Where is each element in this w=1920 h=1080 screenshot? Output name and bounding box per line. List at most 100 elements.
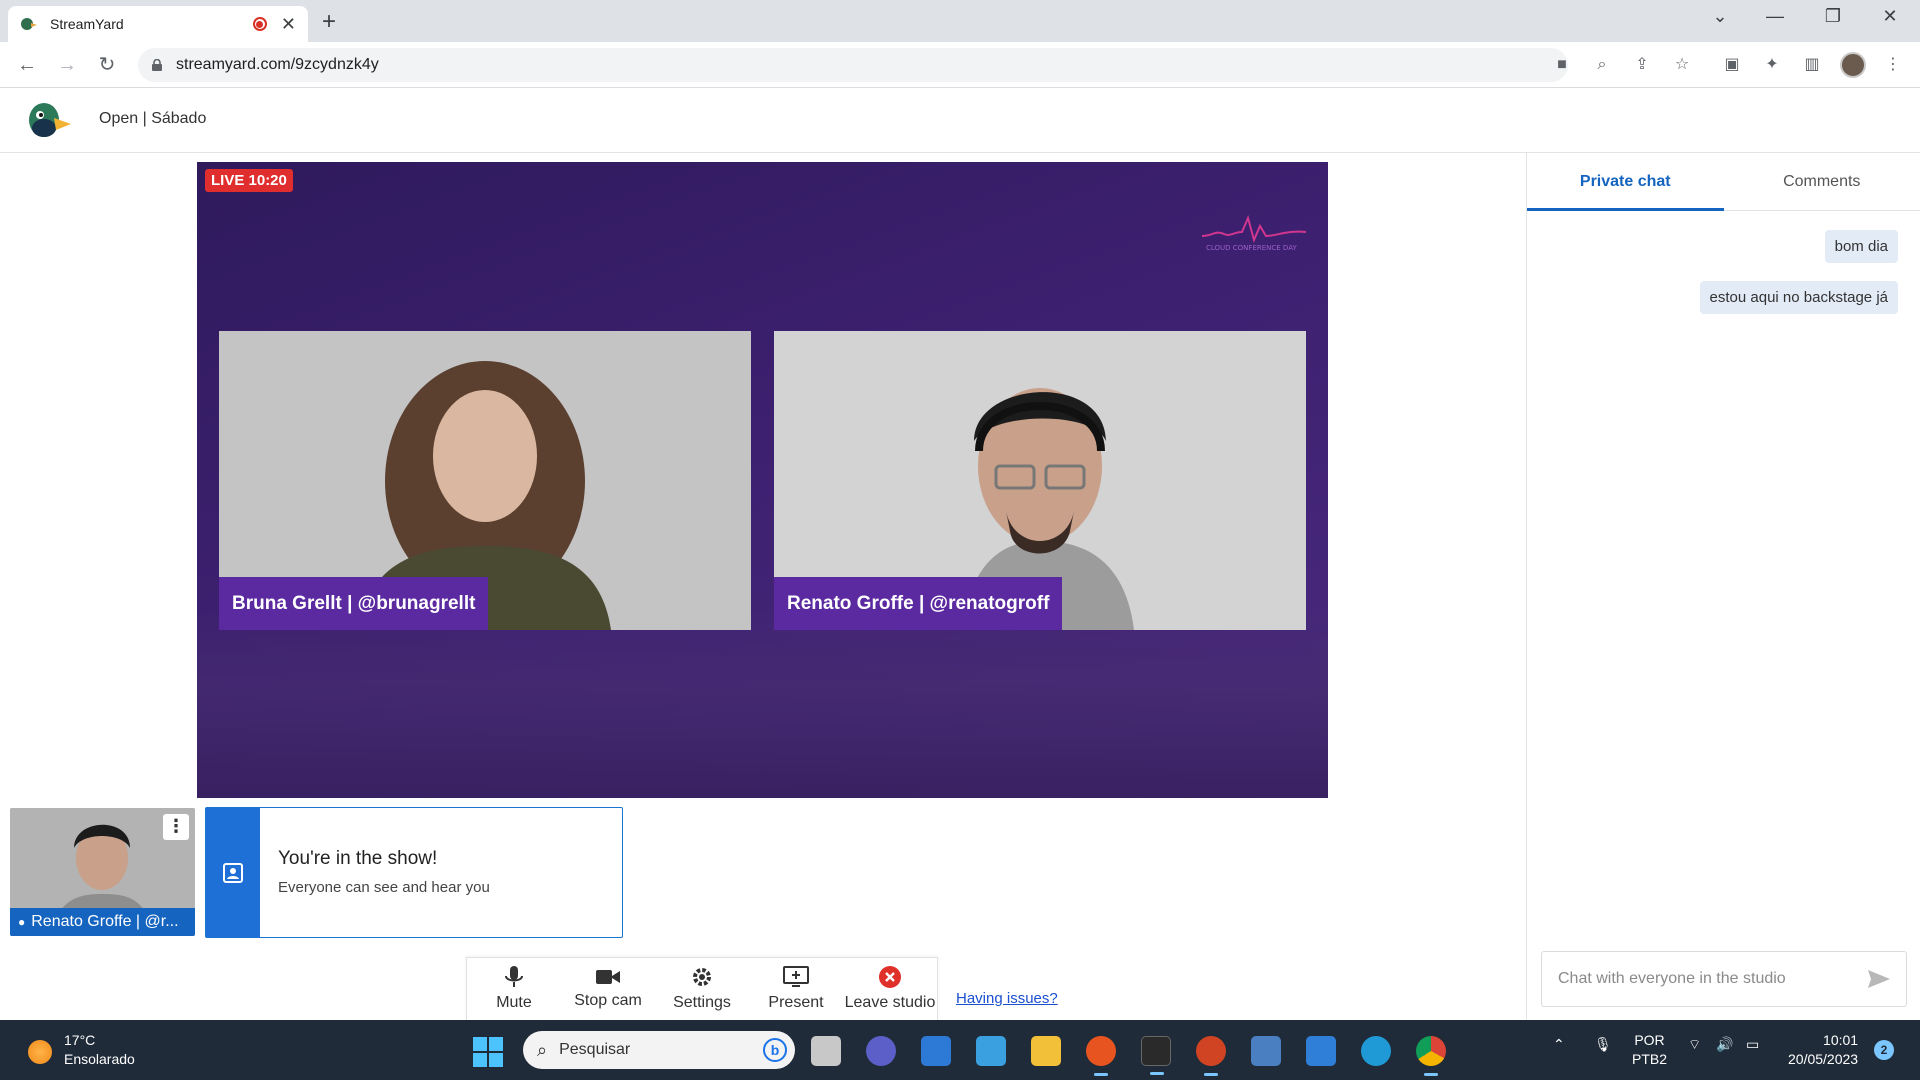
studio-control-bar: Mute Stop cam Settings Present Leave stu… [466,957,938,1020]
live-timer-badge: LIVE 10:20 [205,169,293,192]
browser-tabstrip: StreamYard ✕ + ⌄ — ❐ ✕ [0,0,1920,42]
video-camera-icon [596,970,620,984]
powerpoint-icon[interactable] [1196,1036,1226,1076]
tab-private-chat[interactable]: Private chat [1527,153,1724,211]
language-code: POR [1634,1032,1665,1048]
url-text: streamyard.com/9zcydnzk4y [176,56,379,73]
self-name-text: Renato Groffe | @r... [31,913,179,930]
self-camera-preview[interactable]: ⋮ ● Renato Groffe | @r... [10,808,195,936]
studio-header: Open | Sábado [0,88,1920,153]
mute-button[interactable]: Mute [467,958,561,1020]
participant-name-tag: Bruna Grellt | @brunagrellt [219,577,489,630]
back-icon[interactable]: ← [14,52,40,78]
file-explorer-icon[interactable] [1031,1036,1061,1066]
browser-tab[interactable]: StreamYard ✕ [8,6,308,42]
brand-text: CLOUD CONFERENCE DAY [1206,244,1297,252]
edge-icon[interactable] [1361,1036,1391,1066]
wifi-icon[interactable]: ⌔ [1688,1036,1701,1054]
leave-studio-label: Leave studio [844,994,936,1011]
firefox-icon[interactable] [1086,1036,1116,1076]
present-label: Present [768,994,824,1011]
more-options-icon[interactable]: ⋮ [163,814,189,840]
new-tab-button[interactable]: + [322,8,336,36]
browser-toolbar: ← → ↻ streamyard.com/9zcydnzk4y ■ ⌕ ⇪ ☆ … [0,42,1920,88]
bookmark-star-icon[interactable]: ☆ [1671,54,1693,76]
remote-desktop-icon[interactable] [1251,1036,1281,1066]
portrait-card-icon [223,862,243,883]
settings-button[interactable]: Settings [655,958,749,1020]
chat-message: bom dia [1824,230,1898,263]
profile-avatar[interactable] [1840,52,1866,78]
participant-video-tile[interactable]: Renato Groffe | @renatogroff [774,331,1306,630]
broadcast-stage: LIVE 10:20 CLOUD CONFERENCE DAY Bruna Gr… [197,162,1328,798]
taskbar-search-placeholder: Pesquisar [559,1041,631,1058]
clock-date: 20/05/2023 [1788,1051,1859,1067]
tray-microphone-icon[interactable]: 🎙 [1594,1036,1612,1053]
stop-cam-button[interactable]: Stop cam [561,958,655,1020]
microphone-icon [505,966,523,987]
tab-search-icon[interactable]: ⌄ [1700,6,1740,27]
search-icon: ⌕ [537,1039,548,1060]
close-tab-icon[interactable]: ✕ [281,14,296,35]
clock-time: 10:01 [1823,1032,1859,1048]
leave-studio-button[interactable]: Leave studio [843,958,937,1020]
stage-background-skyline [197,608,1328,798]
teams-chat-icon[interactable] [866,1036,896,1066]
recording-indicator-icon [252,17,267,31]
send-icon[interactable] [1868,970,1890,988]
weather-description: Ensolarado [64,1051,135,1067]
minimize-button[interactable]: — [1755,6,1795,27]
forward-icon[interactable]: → [54,52,80,78]
address-bar[interactable]: streamyard.com/9zcydnzk4y [138,48,1568,82]
studio-title: Open | Sábado [99,110,207,127]
notification-count-badge[interactable]: 2 [1874,1040,1894,1060]
settings-label: Settings [673,994,731,1011]
mail-icon[interactable] [1306,1036,1336,1066]
weather-app-icon[interactable] [976,1036,1006,1066]
input-language-indicator[interactable]: POR PTB2 [1632,1031,1667,1069]
banner-title: You're in the show! [278,848,438,869]
banner-subtitle: Everyone can see and hear you [278,879,490,896]
mute-label: Mute [496,994,532,1011]
chat-tabs: Private chat Comments [1527,153,1920,211]
windows-start-icon[interactable] [473,1037,503,1067]
side-panel-icon[interactable]: ▥ [1801,54,1823,76]
browser-menu-icon[interactable]: ⋮ [1882,54,1904,76]
bing-icon[interactable]: b [763,1038,787,1062]
present-button[interactable]: Present [749,958,843,1020]
picture-in-picture-icon[interactable]: ▣ [1721,54,1743,76]
chrome-icon[interactable] [1416,1036,1446,1076]
battery-icon[interactable]: ▭ [1746,1036,1759,1053]
taskbar-search[interactable]: ⌕ Pesquisar b [523,1031,795,1069]
banner-icon-strip [206,808,260,937]
streamyard-logo-icon[interactable] [26,100,72,140]
volume-icon[interactable]: 🔊 [1716,1036,1733,1053]
lock-icon [152,59,162,71]
extensions-icon[interactable]: ✦ [1761,54,1783,76]
chat-input[interactable]: Chat with everyone in the studio [1541,951,1907,1007]
windows-taskbar: 17°C Ensolarado ⌕ Pesquisar b ⌃ 🎙 POR PT… [0,1020,1920,1080]
in-show-banner: You're in the show! Everyone can see and… [205,807,623,938]
close-window-button[interactable]: ✕ [1870,6,1910,27]
streamyard-favicon-icon [21,18,37,30]
chat-input-placeholder: Chat with everyone in the studio [1558,970,1786,987]
zoom-icon[interactable]: ⌕ [1591,54,1613,76]
weather-sun-icon[interactable] [28,1040,52,1064]
show-hidden-icons-chevron-icon[interactable]: ⌃ [1553,1036,1565,1053]
share-icon[interactable]: ⇪ [1631,54,1653,76]
weather-temperature: 17°C [64,1032,96,1048]
task-view-icon[interactable] [811,1036,841,1066]
having-issues-link[interactable]: Having issues? [956,990,1058,1007]
restore-button[interactable]: ❐ [1813,6,1853,27]
terminal-icon[interactable] [1141,1036,1171,1075]
camera-in-use-icon[interactable]: ■ [1551,54,1573,76]
cloud-conference-day-logo: CLOUD CONFERENCE DAY [1201,214,1307,252]
system-clock[interactable]: 10:01 20/05/2023 [1788,1031,1858,1069]
tab-comments[interactable]: Comments [1724,153,1920,210]
present-screen-icon [783,966,809,987]
person-icon: ● [18,915,26,929]
participant-video-tile[interactable]: Bruna Grellt | @brunagrellt [219,331,751,630]
microsoft-store-icon[interactable] [921,1036,951,1066]
chat-panel: Private chat Comments bom dia estou aqui… [1526,153,1920,1020]
reload-icon[interactable]: ↻ [94,52,120,78]
